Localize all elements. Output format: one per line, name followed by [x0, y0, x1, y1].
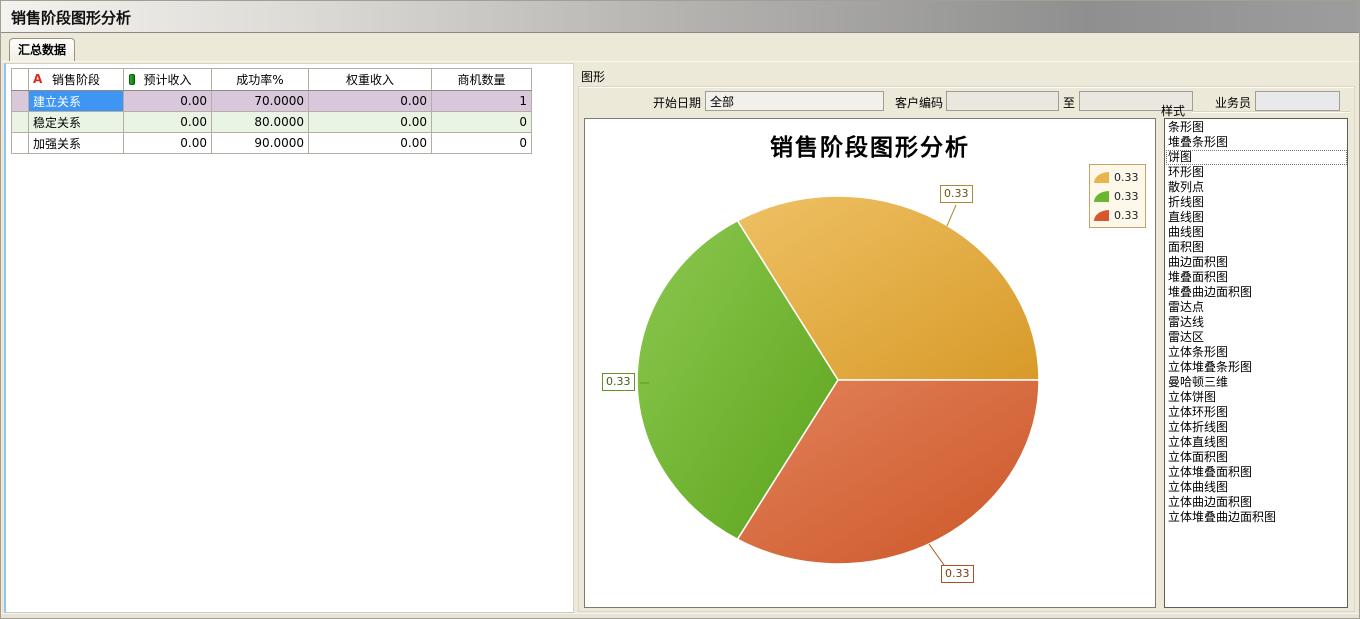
- cell-weighted-revenue[interactable]: 0.00: [309, 133, 432, 154]
- to-label: 至: [1061, 94, 1077, 111]
- style-list-item[interactable]: 曲边面积图: [1166, 255, 1347, 270]
- cell-weighted-revenue[interactable]: 0.00: [309, 91, 432, 112]
- page-title: 销售阶段图形分析: [11, 7, 131, 28]
- legend-swatch-orange: [1094, 172, 1109, 183]
- cell-stage[interactable]: 建立关系: [29, 91, 124, 112]
- legend-value: 0.33: [1114, 171, 1139, 184]
- table-row[interactable]: 稳定关系 0.00 80.0000 0.00 0: [12, 112, 532, 133]
- style-list-item[interactable]: 曼哈顿三维: [1166, 375, 1347, 390]
- table-row[interactable]: 建立关系 0.00 70.0000 0.00 1: [12, 91, 532, 112]
- column-header-expected-revenue[interactable]: 预计收入: [124, 69, 212, 91]
- table-header-row: A 销售阶段 预计收入 成功率% 权重收入 商机数量: [12, 69, 532, 91]
- column-header-label: 权重收入: [346, 73, 394, 87]
- style-list-item[interactable]: 雷达点: [1166, 300, 1347, 315]
- legend-swatch-red: [1094, 210, 1109, 221]
- tab-content-divider: [1, 61, 1359, 62]
- style-list-item[interactable]: 堆叠曲边面积图: [1166, 285, 1347, 300]
- style-list-item[interactable]: 折线图: [1166, 195, 1347, 210]
- cell-success-rate[interactable]: 90.0000: [212, 133, 309, 154]
- cell-opportunity-count[interactable]: 1: [432, 91, 532, 112]
- cell-expected-revenue[interactable]: 0.00: [124, 133, 212, 154]
- customer-code-label: 客户编码: [887, 94, 943, 111]
- column-header-label: 预计收入: [143, 73, 191, 87]
- pie-chart: [585, 119, 1157, 609]
- salesman-input[interactable]: [1255, 91, 1340, 111]
- cell-opportunity-count[interactable]: 0: [432, 133, 532, 154]
- column-header-opportunity-count[interactable]: 商机数量: [432, 69, 532, 91]
- title-bar: 销售阶段图形分析: [1, 1, 1359, 33]
- style-list-item[interactable]: 立体堆叠条形图: [1166, 360, 1347, 375]
- cell-stage[interactable]: 稳定关系: [29, 112, 124, 133]
- style-list-item[interactable]: 雷达区: [1166, 330, 1347, 345]
- legend-item: 0.33: [1094, 168, 1141, 187]
- legend-value: 0.33: [1114, 190, 1139, 203]
- slice-label-left: 0.33: [602, 373, 635, 391]
- legend-item: 0.33: [1094, 187, 1141, 206]
- style-group-line: [1192, 111, 1350, 112]
- tab-summary-data[interactable]: 汇总数据: [9, 38, 75, 61]
- chart-title: 销售阶段图形分析: [585, 128, 1155, 162]
- style-list-item[interactable]: 堆叠面积图: [1166, 270, 1347, 285]
- column-header-label: 成功率%: [236, 73, 283, 87]
- style-list-item[interactable]: 条形图: [1166, 120, 1347, 135]
- cell-opportunity-count[interactable]: 0: [432, 112, 532, 133]
- style-list-item[interactable]: 立体曲边面积图: [1166, 495, 1347, 510]
- cell-success-rate[interactable]: 70.0000: [212, 91, 309, 112]
- row-selector[interactable]: [12, 112, 29, 133]
- column-header-success-rate[interactable]: 成功率%: [212, 69, 309, 91]
- column-header-label: 商机数量: [457, 73, 505, 87]
- tab-row: 汇总数据: [1, 34, 1359, 61]
- style-list-item[interactable]: 立体堆叠面积图: [1166, 465, 1347, 480]
- style-list-item[interactable]: 立体曲线图: [1166, 480, 1347, 495]
- start-date-input[interactable]: [705, 91, 884, 111]
- style-list-item[interactable]: 立体直线图: [1166, 435, 1347, 450]
- column-header-label: 销售阶段: [52, 73, 100, 87]
- style-list-item[interactable]: 堆叠条形图: [1166, 135, 1347, 150]
- start-date-label: 开始日期: [643, 94, 701, 111]
- column-header-weighted-revenue[interactable]: 权重收入: [309, 69, 432, 91]
- table-row[interactable]: 加强关系 0.00 90.0000 0.00 0: [12, 133, 532, 154]
- style-list-item[interactable]: 散列点: [1166, 180, 1347, 195]
- sales-stage-table: A 销售阶段 预计收入 成功率% 权重收入 商机数量 建立关系 0.00 70.…: [11, 68, 532, 154]
- style-list-item[interactable]: 雷达线: [1166, 315, 1347, 330]
- legend-item: 0.33: [1094, 206, 1141, 225]
- style-list-item[interactable]: 直线图: [1166, 210, 1347, 225]
- column-header-stage[interactable]: A 销售阶段: [29, 69, 124, 91]
- style-list-item[interactable]: 立体环形图: [1166, 405, 1347, 420]
- row-selector[interactable]: [12, 91, 29, 112]
- cell-expected-revenue[interactable]: 0.00: [124, 112, 212, 133]
- chart-style-listbox: 条形图堆叠条形图饼图环形图散列点折线图直线图曲线图面积图曲边面积图堆叠面积图堆叠…: [1164, 118, 1348, 608]
- style-list-item[interactable]: 立体饼图: [1166, 390, 1347, 405]
- customer-code-input[interactable]: [946, 91, 1059, 111]
- style-list-item[interactable]: 立体折线图: [1166, 420, 1347, 435]
- red-letter-A-icon: A: [33, 72, 42, 86]
- style-list-item[interactable]: 曲线图: [1166, 225, 1347, 240]
- chart-legend: 0.33 0.33 0.33: [1089, 164, 1146, 228]
- style-list-item[interactable]: 立体面积图: [1166, 450, 1347, 465]
- cell-weighted-revenue[interactable]: 0.00: [309, 112, 432, 133]
- cell-success-rate[interactable]: 80.0000: [212, 112, 309, 133]
- summary-table-panel: A 销售阶段 预计收入 成功率% 权重收入 商机数量 建立关系 0.00 70.…: [4, 63, 574, 613]
- row-selector[interactable]: [12, 133, 29, 154]
- bottom-strip: [1, 613, 1359, 619]
- style-list-item[interactable]: 立体条形图: [1166, 345, 1347, 360]
- app-window: 销售阶段图形分析 汇总数据 A 销售阶段 预计收入 成功率% 权重: [0, 0, 1360, 619]
- cell-expected-revenue[interactable]: 0.00: [124, 91, 212, 112]
- style-list-item[interactable]: 面积图: [1166, 240, 1347, 255]
- slice-label-bottom: 0.33: [941, 565, 974, 583]
- cell-stage[interactable]: 加强关系: [29, 133, 124, 154]
- style-list-item[interactable]: 饼图: [1166, 150, 1347, 165]
- style-list-item[interactable]: 环形图: [1166, 165, 1347, 180]
- graph-group-label: 图形: [581, 68, 605, 85]
- legend-value: 0.33: [1114, 209, 1139, 222]
- slice-label-top: 0.33: [940, 185, 973, 203]
- salesman-label: 业务员: [1205, 94, 1251, 111]
- style-group-label: 样式: [1161, 102, 1185, 119]
- legend-swatch-green: [1094, 191, 1109, 202]
- style-list-item[interactable]: 立体堆叠曲边面积图: [1166, 510, 1347, 525]
- pie-chart-panel: 销售阶段图形分析 0.33 0.33 0.33 0.33 0.33 0.33: [584, 118, 1156, 608]
- row-selector-header[interactable]: [12, 69, 29, 91]
- green-bar-icon: [129, 74, 135, 85]
